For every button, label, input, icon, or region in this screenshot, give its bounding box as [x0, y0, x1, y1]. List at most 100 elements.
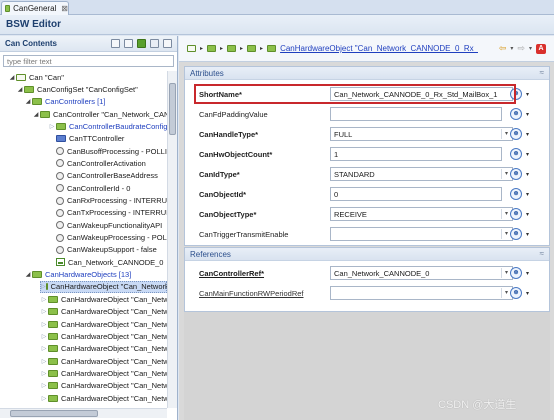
value-options-icon[interactable]: ⊛ [510, 148, 522, 160]
tree-vertical-scrollbar[interactable] [167, 71, 177, 408]
chevron-down-icon[interactable]: ▾ [529, 45, 532, 52]
tree-expander-icon[interactable]: ▷ [40, 382, 48, 389]
property-select[interactable]: ▾ [330, 286, 513, 300]
tree-expander-icon[interactable]: ▷ [40, 358, 48, 365]
value-options-icon[interactable]: ⊛ [510, 128, 522, 140]
chevron-down-icon[interactable]: ▾ [526, 111, 529, 118]
property-select[interactable]: STANDARD ▾ [330, 167, 513, 181]
tree-expander-icon[interactable]: ◢ [24, 98, 32, 105]
tree-node[interactable]: CanBusoffProcessing - POLLING [48, 145, 167, 157]
tree-node[interactable]: CanWakeupSupport - false [48, 244, 157, 256]
value-options-icon[interactable]: ⊛ [510, 287, 522, 299]
tree-expander-icon[interactable]: ▷ [40, 333, 48, 340]
attributes-section-header[interactable]: Attributes ≈ [185, 67, 549, 80]
back-arrow-icon[interactable]: ⇦ [499, 43, 507, 54]
tree-expander-icon[interactable]: ▷ [40, 370, 48, 377]
chevron-down-icon[interactable]: ▾ [526, 171, 529, 178]
tree-node[interactable]: ▷ CanHardwareObject "Can_Network_CANNODE_… [40, 355, 167, 367]
chevron-down-icon[interactable]: ▾ [526, 231, 529, 238]
chevron-down-icon[interactable]: ▾ [526, 151, 529, 158]
tree-expander-icon[interactable]: ◢ [32, 111, 40, 118]
scrollbar-thumb[interactable] [169, 83, 176, 135]
tree-expander-icon[interactable]: ◢ [16, 86, 24, 93]
tree-expander-icon[interactable]: ▷ [40, 321, 48, 328]
property-label[interactable]: CanControllerRef* [199, 269, 264, 278]
tree-node[interactable]: ▷ CanHardwareObject "Can_Network_CANNODE_… [40, 280, 167, 293]
tree-node[interactable]: ▷ CanControllerBaudrateConfigs [48, 120, 167, 132]
tree-node[interactable]: CanRxProcessing - INTERRUPT [48, 195, 167, 207]
tree-expander-icon[interactable]: ◢ [8, 74, 16, 81]
collapse-all-icon[interactable] [111, 39, 120, 48]
tree-node[interactable]: ▷ CanHardwareObject "Can_Network_CANNODE_… [40, 380, 167, 392]
value-options-icon[interactable]: ⊛ [510, 108, 522, 120]
tree-expander-icon[interactable]: ▷ [41, 283, 46, 290]
property-input[interactable]: 0 [330, 187, 502, 201]
tree-expander-icon[interactable]: ▷ [40, 345, 48, 352]
property-value: RECEIVE [334, 210, 367, 219]
tree-node[interactable]: ▷ CanHardwareObject "Can_Network_CANNODE_… [40, 293, 167, 305]
tab-label: CanGeneral [13, 4, 57, 13]
layout-icon[interactable] [163, 39, 172, 48]
tree-node[interactable]: ▷ CanHardwareObject "Can_Network_CANNODE_… [40, 318, 167, 330]
forward-arrow-icon[interactable]: ⇨ [517, 43, 525, 54]
tree-horizontal-scrollbar[interactable] [0, 408, 167, 418]
folder-icon [48, 394, 58, 402]
breadcrumb-current-link[interactable]: CanHardwareObject "Can_Network_CANNODE_0… [280, 44, 478, 53]
close-icon[interactable]: ⊠ [61, 4, 68, 13]
value-options-icon[interactable]: ⊛ [510, 168, 522, 180]
tree-node[interactable]: ▷ CanHardwareObject "Can_Network_CANNODE_… [40, 330, 167, 342]
link-editor-icon[interactable] [124, 39, 133, 48]
chevron-down-icon[interactable]: ▾ [526, 211, 529, 218]
collapse-icon[interactable]: ≈ [540, 68, 544, 77]
view-menu-icon[interactable] [150, 39, 159, 48]
chevron-down-icon[interactable]: ▾ [526, 191, 529, 198]
value-options-icon[interactable]: ⊛ [510, 188, 522, 200]
value-options-icon[interactable]: ⊛ [510, 208, 522, 220]
references-section-header[interactable]: References ≈ [185, 248, 549, 261]
value-options-icon[interactable]: ⊛ [510, 228, 522, 240]
tree-node[interactable]: ◢ Can "Can" [8, 71, 64, 83]
tree-node[interactable]: ▷ CanHardwareObject "Can_Network_CANNODE_… [40, 392, 167, 404]
chevron-down-icon[interactable]: ▾ [526, 131, 529, 138]
property-label[interactable]: CanMainFunctionRWPeriodRef [199, 289, 304, 298]
tree-node[interactable]: CanTxProcessing - INTERRUPT [48, 207, 167, 219]
value-options-icon[interactable]: ⊛ [510, 267, 522, 279]
property-select[interactable]: FULL ▾ [330, 127, 513, 141]
property-input[interactable] [330, 107, 502, 121]
scrollbar-thumb[interactable] [10, 410, 98, 417]
collapse-icon[interactable]: ≈ [540, 249, 544, 258]
tree-node[interactable]: ▷ CanHardwareObject "Can_Network_CANNODE_… [40, 367, 167, 379]
tree-expander-icon[interactable]: ▷ [48, 123, 56, 130]
tree-node[interactable]: ▷ CanHardwareObject "Can_Network_CANNODE_… [40, 343, 167, 355]
validation-icon[interactable]: A [536, 43, 546, 54]
parameter-icon [56, 184, 64, 193]
tree-node[interactable]: CanTTController [48, 133, 124, 145]
tree-node[interactable]: ▷ CanHardwareObject "Can_Network_CANNODE_… [40, 306, 167, 318]
add-element-icon[interactable] [137, 39, 146, 48]
tree-node[interactable]: CanControllerBaseAddress [48, 170, 158, 182]
chevron-down-icon[interactable]: ▾ [526, 91, 529, 98]
tab-can-general[interactable]: CanGeneral ⊠ [1, 1, 69, 15]
tree-node[interactable]: Can_Network_CANNODE_0 [48, 256, 163, 268]
tree-node[interactable]: CanControllerId - 0 [48, 182, 130, 194]
property-select[interactable]: ▾ [330, 227, 513, 241]
tree-expander-icon[interactable]: ▷ [40, 308, 48, 315]
tree-node[interactable]: CanControllerActivation [48, 157, 146, 169]
tree-expander-icon[interactable]: ▷ [40, 296, 48, 303]
tree-expander-icon[interactable]: ▷ [40, 395, 48, 402]
tree-node[interactable]: ◢ CanController "Can_Network_CANNODE_0" [32, 108, 167, 120]
tree-node[interactable]: ◢ CanControllers [1] [24, 96, 106, 108]
chevron-down-icon[interactable]: ▾ [510, 45, 513, 52]
tree-expander-icon[interactable]: ◢ [24, 271, 32, 278]
filter-input[interactable]: type filter text [3, 55, 174, 67]
tree-node[interactable]: CanWakeupFunctionalityAPI [48, 219, 162, 231]
chevron-down-icon[interactable]: ▾ [526, 270, 529, 277]
tree-node[interactable]: ◢ CanConfigSet "CanConfigSet" [16, 83, 138, 95]
tree-node[interactable]: ◢ CanHardwareObjects [13] [24, 269, 132, 281]
property-input[interactable]: 1 [330, 147, 502, 161]
tree-node[interactable]: CanWakeupProcessing - POLLING [48, 232, 167, 244]
property-select[interactable]: Can_Network_CANNODE_0 ▾ [330, 266, 513, 280]
chevron-down-icon[interactable]: ▾ [526, 290, 529, 297]
watermark: CSDN @大道生 [438, 399, 517, 411]
property-select[interactable]: RECEIVE ▾ [330, 207, 513, 221]
